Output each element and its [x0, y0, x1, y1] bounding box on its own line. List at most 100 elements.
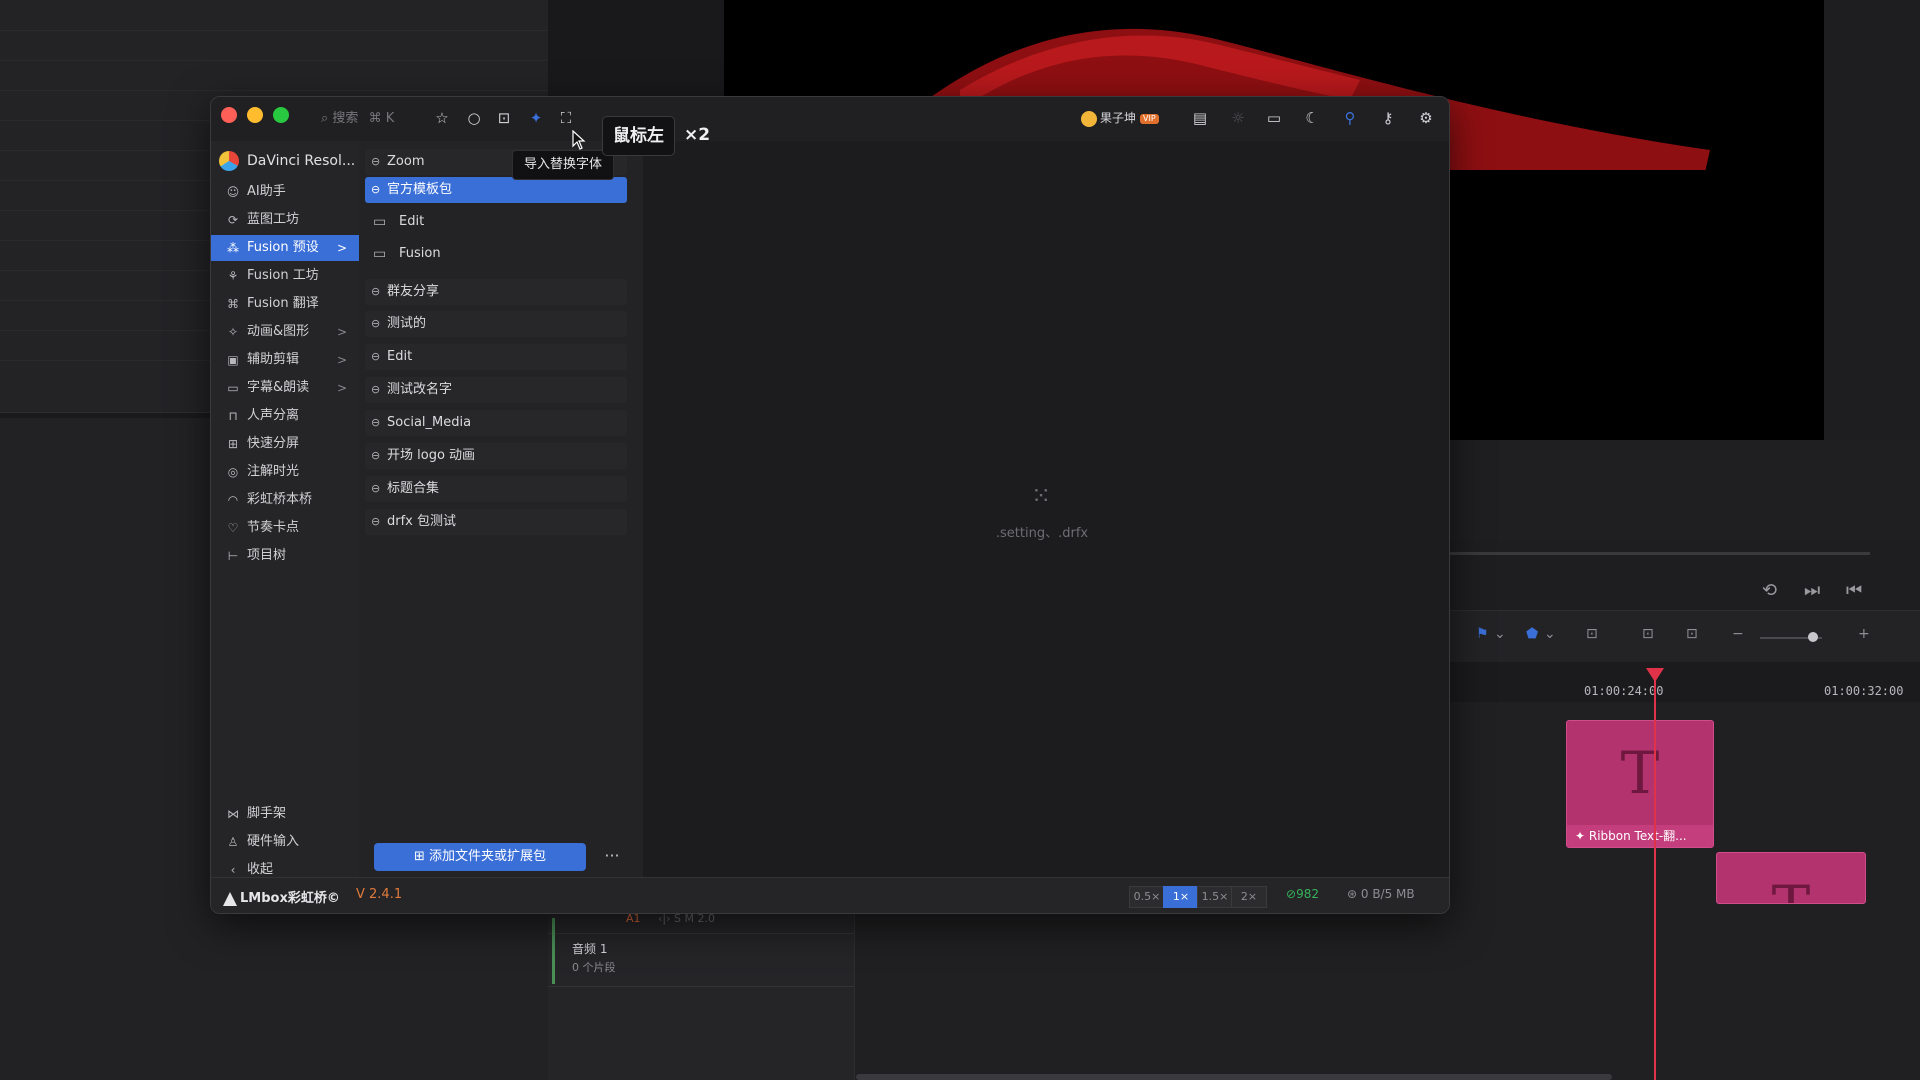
sidebar-item-hardware-input[interactable]: ♙ 硬件输入 — [211, 829, 359, 855]
package-icon: ⊖ — [371, 383, 381, 396]
joystick-icon: ♙ — [227, 835, 239, 849]
list-item[interactable]: ⊖ 测试的 — [365, 311, 627, 337]
list-subfolder[interactable]: ▭ Fusion — [365, 241, 627, 267]
speed-1x-button[interactable]: 1× — [1163, 886, 1199, 908]
sidebar-item-animation[interactable]: ✧ 动画&图形 > — [211, 319, 359, 345]
title-clip-glyph: T — [1620, 739, 1660, 807]
list-item[interactable]: ⊖ Social_Media — [365, 410, 627, 436]
zoom-out-icon[interactable]: − — [1732, 626, 1744, 642]
search-input[interactable]: ⌕ 搜索 ⌘ K — [321, 107, 431, 131]
network-usage-value: 0 B/5 MB — [1360, 887, 1415, 901]
zoom-custom-icon[interactable]: ⊡ — [1686, 626, 1698, 642]
circle-icon[interactable]: ○ — [463, 107, 485, 129]
sparkle-icon: ✦ — [1575, 829, 1589, 843]
sidebar-item-vocal-separation[interactable]: ⊓ 人声分离 — [211, 403, 359, 429]
list-item-selected[interactable]: ⊖ 官方模板包 — [365, 177, 627, 203]
chat-icon[interactable]: ▭ — [1263, 107, 1285, 129]
list-item-label: Fusion — [399, 246, 441, 261]
app-selector[interactable]: DaVinci Resol... — [217, 149, 357, 173]
sidebar-item-edit-assist[interactable]: ▣ 辅助剪辑 > — [211, 347, 359, 373]
title-bar[interactable]: ⌕ 搜索 ⌘ K ☆ ○ ⊡ ✦ ⛶ 果子坤 VIP ▤ ☼ ▭ ☾ ⚲ ⚷ ⚙ — [211, 97, 1449, 141]
sidebar-item-label: 彩虹桥本桥 — [247, 492, 313, 507]
package-icon: ⊖ — [371, 317, 381, 330]
audio-track-controls[interactable]: A1 ‹|› S M 2.0 — [560, 912, 850, 928]
sidebar-item-beat-sync[interactable]: ♡ 节奏卡点 — [211, 515, 359, 541]
network-icon: ⊛ — [1347, 887, 1361, 901]
list-item[interactable]: ⊖ 测试改名字 — [365, 377, 627, 403]
chevron-down-icon[interactable]: ⌄ — [1544, 626, 1556, 642]
package-icon: ⊖ — [371, 285, 381, 298]
next-frame-icon[interactable]: ⏭ — [1804, 580, 1826, 602]
lmbox-logo-icon — [223, 891, 237, 906]
viewer-scrubber[interactable] — [1450, 552, 1870, 555]
sidebar-item-label: 字幕&朗读 — [247, 380, 310, 395]
sidebar-item-blueprint[interactable]: ⟳ 蓝图工坊 — [211, 207, 359, 233]
sidebar-item-fusion-presets[interactable]: ⁂ Fusion 预设 > — [211, 235, 359, 261]
sidebar-item-project-tree[interactable]: ⊢ 项目树 — [211, 543, 359, 569]
timeline-scrollbar[interactable] — [856, 1074, 1612, 1080]
nodes-icon: ⚘ — [227, 269, 239, 283]
flag-icon[interactable]: ⚑ — [1476, 626, 1489, 642]
speed-2x-button[interactable]: 2× — [1231, 886, 1267, 908]
calendar-icon[interactable]: ▤ — [1189, 107, 1211, 129]
list-item[interactable]: ⊖ drfx 包测试 — [365, 509, 627, 535]
zoom-slider-thumb[interactable] — [1808, 632, 1818, 642]
scan-icon[interactable]: ⛶ — [555, 107, 577, 129]
sidebar-item-subtitles[interactable]: ▭ 字幕&朗读 > — [211, 375, 359, 401]
speed-1-5x-button[interactable]: 1.5× — [1197, 886, 1233, 908]
grid-dots-icon: ⁂ — [227, 241, 239, 255]
key-press-multiplier: ×2 — [684, 125, 711, 145]
blueprint-icon: ⟳ — [227, 213, 239, 227]
speed-0-5x-button[interactable]: 0.5× — [1129, 886, 1165, 908]
minimize-window-button[interactable] — [247, 107, 263, 123]
star-icon[interactable]: ☆ — [431, 107, 453, 129]
timeline-clip-2[interactable]: T — [1716, 852, 1866, 904]
key-icon[interactable]: ⚷ — [1377, 107, 1399, 129]
app-name: DaVinci Resol... — [247, 153, 356, 169]
sidebar-item-ai-assistant[interactable]: ☺ AI助手 — [211, 179, 359, 205]
more-options-button[interactable]: ··· — [600, 843, 624, 871]
zoom-detail-icon[interactable]: ⊡ — [1642, 626, 1654, 642]
mouse-cursor-icon — [572, 130, 586, 150]
marker-icon[interactable]: ⬟ — [1526, 626, 1538, 642]
robot-icon: ☺ — [226, 185, 240, 199]
tooltip-import-fonts: 导入替换字体 — [512, 150, 614, 180]
sidebar-item-fusion-workshop[interactable]: ⚘ Fusion 工坊 — [211, 263, 359, 289]
chevron-down-icon[interactable]: ⌄ — [1494, 626, 1506, 642]
close-window-button[interactable] — [221, 107, 237, 123]
previous-frame-icon[interactable]: ⏮ — [1846, 580, 1868, 602]
person-box-icon[interactable]: ⊡ — [493, 107, 515, 129]
sidebar-item-rainbow-bridge[interactable]: ◠ 彩虹桥本桥 — [211, 487, 359, 513]
loop-icon[interactable]: ⟲ — [1762, 580, 1784, 602]
sidebar-item-fusion-translate[interactable]: ⌘ Fusion 翻译 — [211, 291, 359, 317]
maximize-window-button[interactable] — [273, 107, 289, 123]
sidebar-item-annotation[interactable]: ◎ 注解时光 — [211, 459, 359, 485]
lightbulb-icon[interactable]: ☼ — [1227, 107, 1249, 129]
sidebar-item-label: 节奏卡点 — [247, 520, 300, 535]
zoom-in-icon[interactable]: + — [1858, 626, 1870, 642]
moon-icon[interactable]: ☾ — [1301, 107, 1323, 129]
timeline-clip-ribbon-text[interactable]: T ✦ Ribbon Text-翻... — [1566, 720, 1714, 848]
chevron-right-icon: > — [336, 353, 347, 367]
pin-icon[interactable]: ⚲ — [1339, 107, 1361, 129]
fusion-preset-icon[interactable]: ✦ — [525, 107, 547, 129]
add-folder-or-pack-button[interactable]: ⊞ 添加文件夹或扩展包 — [374, 843, 586, 871]
zoom-fit-icon[interactable]: ⊡ — [1586, 626, 1598, 642]
key-press-overlay: 鼠标左 — [602, 116, 675, 156]
list-item-label: 标题合集 — [387, 481, 440, 496]
lmbox-window: ⌕ 搜索 ⌘ K ☆ ○ ⊡ ✦ ⛶ 果子坤 VIP ▤ ☼ ▭ ☾ ⚲ ⚷ ⚙ … — [210, 96, 1450, 914]
sidebar-item-scaffold[interactable]: ⋈ 脚手架 — [211, 801, 359, 827]
settings-gear-icon[interactable]: ⚙ — [1415, 107, 1437, 129]
list-item[interactable]: ⊖ Edit — [365, 344, 627, 370]
list-item[interactable]: ⊖ 群友分享 — [365, 279, 627, 305]
list-item[interactable]: ⊖ 开场 logo 动画 — [365, 443, 627, 469]
user-profile[interactable]: 果子坤 VIP — [1081, 107, 1159, 129]
sidebar-item-label: 辅助剪辑 — [247, 352, 300, 367]
playhead-line[interactable] — [1654, 672, 1656, 1080]
sidebar-item-label: 动画&图形 — [247, 324, 310, 339]
translate-icon: ⌘ — [227, 297, 239, 311]
list-subfolder[interactable]: ▭ Edit — [365, 209, 627, 235]
list-item[interactable]: ⊖ 标题合集 — [365, 476, 627, 502]
sidebar-item-split-screen[interactable]: ⊞ 快速分屏 — [211, 431, 359, 457]
brand-text: LMbox彩虹桥© — [240, 891, 340, 906]
